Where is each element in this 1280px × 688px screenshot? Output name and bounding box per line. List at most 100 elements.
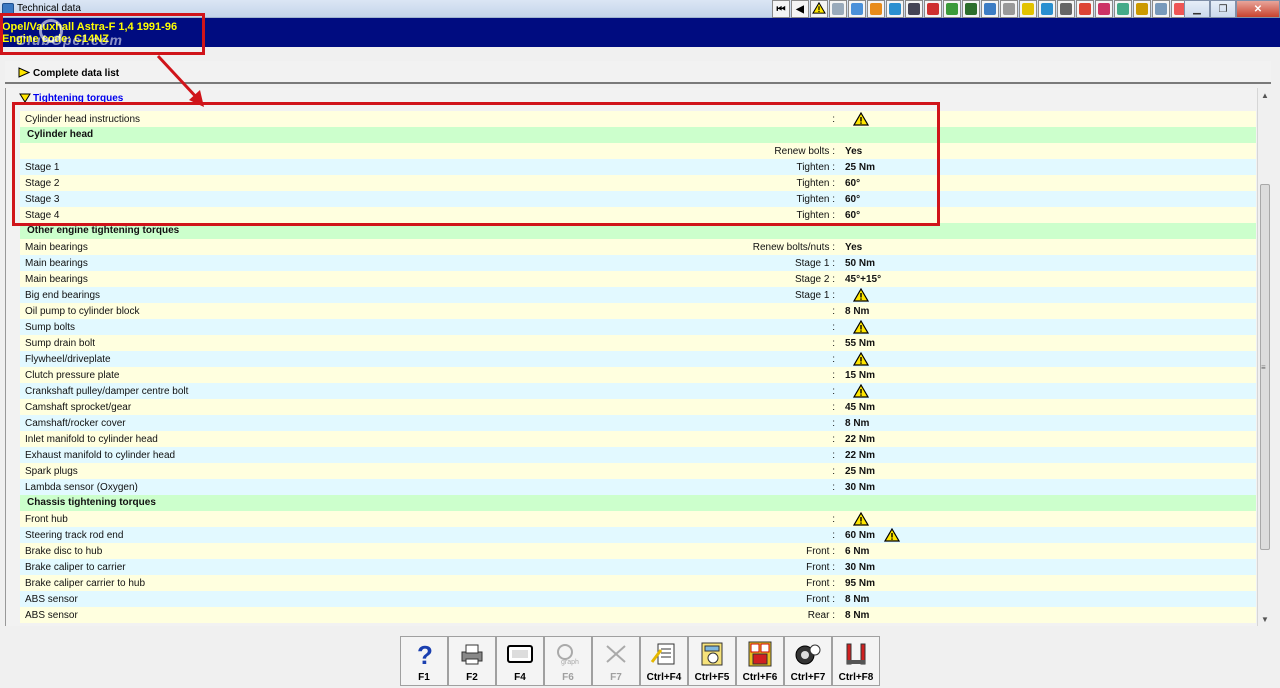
- chart-icon: [946, 3, 958, 15]
- section-row: Chassis tightening torques: [20, 495, 1256, 511]
- table-row: Flywheel/driveplate:: [20, 351, 1256, 367]
- fkey-label: F1: [418, 672, 430, 683]
- row-qualifier: :: [832, 370, 835, 381]
- brush-button[interactable]: [1000, 0, 1018, 18]
- first-button[interactable]: ⏮: [772, 0, 790, 18]
- row-qualifier: Stage 1 :: [794, 290, 835, 301]
- fkey-ctrl-f7-button[interactable]: Ctrl+F7: [784, 636, 832, 686]
- row-qualifier: :: [832, 418, 835, 429]
- complete-data-list-bar[interactable]: Complete data list: [5, 61, 1271, 84]
- fkey-label: Ctrl+F6: [742, 672, 778, 683]
- fkey-f4-button[interactable]: F4: [496, 636, 544, 686]
- engine-icon: [927, 3, 939, 15]
- row-label: Brake disc to hub: [25, 546, 103, 557]
- table-row: Sump bolts:: [20, 319, 1256, 335]
- row-value: 22 Nm: [845, 450, 876, 461]
- table-row: Camshaft sprocket/gear:45 Nm: [20, 399, 1256, 415]
- section-title: Chassis tightening torques: [27, 497, 156, 508]
- fkey-label: F2: [466, 672, 478, 683]
- engine-button[interactable]: [924, 0, 942, 18]
- restore-button[interactable]: ❐: [1210, 0, 1236, 18]
- row-qualifier: :: [832, 338, 835, 349]
- table-row: ABS sensor Front : 8 Nm: [20, 591, 1256, 607]
- door-button[interactable]: [962, 0, 980, 18]
- vertical-scrollbar[interactable]: ▲ ≡ ▼: [1257, 88, 1271, 626]
- table-row: Brake disc to hub Front : 6 Nm: [20, 543, 1256, 559]
- car3-button[interactable]: [1152, 0, 1170, 18]
- row-qualifier: Front :: [806, 578, 835, 589]
- table-row: Clutch pressure plate:15 Nm: [20, 367, 1256, 383]
- road-icon: [1136, 3, 1148, 15]
- scroll-up-arrow[interactable]: ▲: [1258, 88, 1272, 102]
- table-row: Lambda sensor (Oxygen):30 Nm: [20, 479, 1256, 495]
- minimize-button[interactable]: ▁: [1184, 0, 1210, 18]
- row-qualifier: :: [832, 466, 835, 477]
- row-qualifier: Renew bolts/nuts :: [752, 242, 835, 253]
- person-button[interactable]: [1114, 0, 1132, 18]
- row-label: Oil pump to cylinder block: [25, 306, 140, 317]
- row-value: 15 Nm: [845, 370, 876, 381]
- row-qualifier: Front :: [806, 546, 835, 557]
- photo-icon: [851, 3, 863, 15]
- row-qualifier: :: [832, 386, 835, 397]
- fkey-ctrl-f6-button[interactable]: Ctrl+F6: [736, 636, 784, 686]
- fkey-f2-button[interactable]: F2: [448, 636, 496, 686]
- row-label: Camshaft/rocker cover: [25, 418, 126, 429]
- row-qualifier: Rear :: [807, 610, 835, 621]
- row-qualifier: Stage 1 :: [794, 258, 835, 269]
- row-qualifier: Front :: [806, 594, 835, 605]
- light-button[interactable]: [1019, 0, 1037, 18]
- window-controls: ▁ ❐ ✕: [1184, 0, 1280, 18]
- fkey-f1-button[interactable]: ? F1: [400, 636, 448, 686]
- tyre-button[interactable]: [905, 0, 923, 18]
- monitor-icon: [1041, 3, 1053, 15]
- row-label: Flywheel/driveplate: [25, 354, 111, 365]
- row-label: Brake caliper carrier to hub: [25, 578, 146, 589]
- fkey-ctrl-f4-button[interactable]: Ctrl+F4: [640, 636, 688, 686]
- scroll-down-arrow[interactable]: ▼: [1258, 612, 1272, 626]
- complete-data-list-link[interactable]: Complete data list: [33, 68, 119, 79]
- row-value: 8 Nm: [845, 610, 870, 621]
- highlight-box-vehicle: [0, 13, 205, 55]
- fkey-label: F7: [610, 672, 622, 683]
- table-row: Front hub:: [20, 511, 1256, 527]
- car-button[interactable]: [981, 0, 999, 18]
- row-qualifier: :: [832, 482, 835, 493]
- row-value: Yes: [845, 242, 863, 253]
- row-qualifier: :: [832, 514, 835, 525]
- fkey-label: F4: [514, 672, 526, 683]
- row-label: ABS sensor: [25, 610, 78, 621]
- fkey-f6-button[interactable]: graph F6: [544, 636, 592, 686]
- wrench-button[interactable]: [1076, 0, 1094, 18]
- row-value: 30 Nm: [845, 482, 876, 493]
- car-icon: [984, 3, 996, 15]
- row-label: Spark plugs: [25, 466, 78, 477]
- fkey-f7-button[interactable]: F7: [592, 636, 640, 686]
- photo-button[interactable]: [848, 0, 866, 18]
- road-button[interactable]: [1133, 0, 1151, 18]
- row-value: 8 Nm: [845, 306, 870, 317]
- table-row: Spark plugs:25 Nm: [20, 463, 1256, 479]
- car2-button[interactable]: [1095, 0, 1113, 18]
- table-row: Sump drain bolt:55 Nm: [20, 335, 1256, 351]
- chart-button[interactable]: [943, 0, 961, 18]
- warning-button[interactable]: [810, 0, 828, 18]
- fkey-label: Ctrl+F7: [790, 672, 826, 683]
- row-label: Big end bearings: [25, 290, 101, 301]
- monitor-button[interactable]: [1038, 0, 1056, 18]
- technical-data-window: Technical data ⏮ ◀ ▁ ❐ ✕ Opel/Vauxhall As…: [0, 0, 1280, 688]
- fkey-ctrl-f8-button[interactable]: Ctrl+F8: [832, 636, 880, 686]
- wheel-icon: [889, 3, 901, 15]
- prev-button[interactable]: ◀: [791, 0, 809, 18]
- row-qualifier: :: [832, 354, 835, 365]
- table-row: Main bearings Renew bolts/nuts : Yes: [20, 239, 1256, 255]
- tools-button[interactable]: [1057, 0, 1075, 18]
- table-row: Inlet manifold to cylinder head:22 Nm: [20, 431, 1256, 447]
- gear-button[interactable]: [867, 0, 885, 18]
- fkey-ctrl-f5-button[interactable]: Ctrl+F5: [688, 636, 736, 686]
- wheel-button[interactable]: [886, 0, 904, 18]
- doc-button[interactable]: [829, 0, 847, 18]
- close-button[interactable]: ✕: [1236, 0, 1280, 18]
- row-value: 8 Nm: [845, 418, 870, 429]
- table-row: Main bearings Stage 1 : 50 Nm: [20, 255, 1256, 271]
